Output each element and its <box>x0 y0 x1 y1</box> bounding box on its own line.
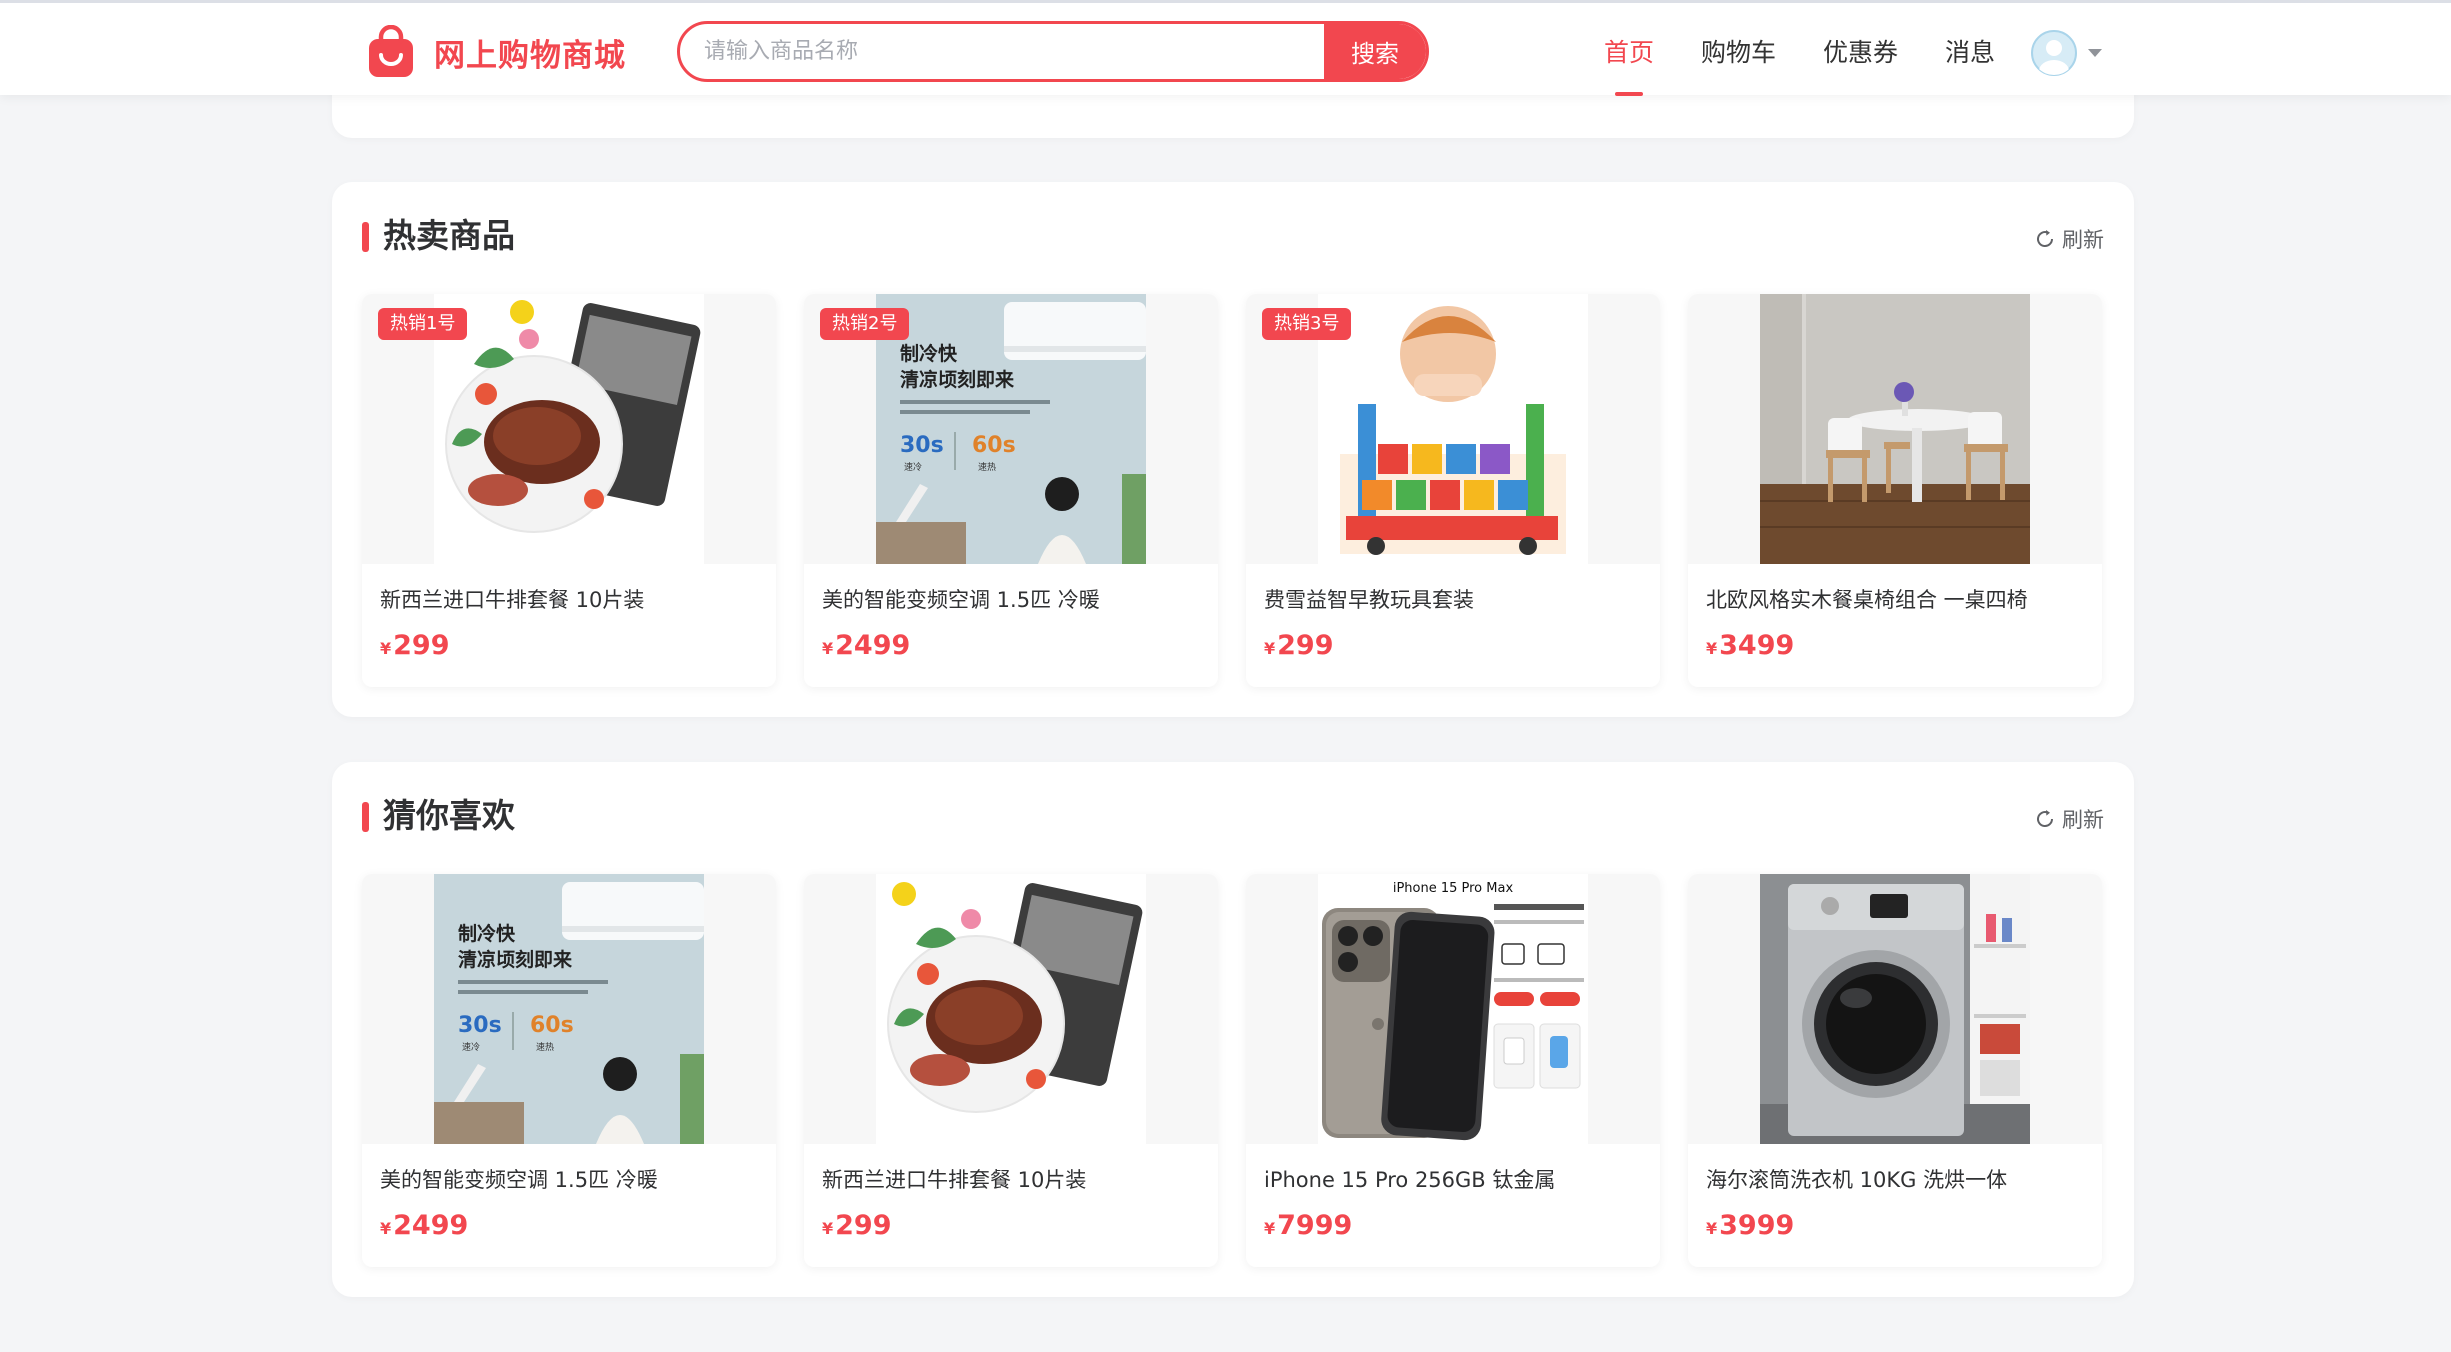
product-name: 海尔滚筒洗衣机 10KG 洗烘一体 <box>1706 1168 2008 1192</box>
nav-messages[interactable]: 消息 <box>1945 33 1995 93</box>
product-card[interactable]: 北欧风格实木餐桌椅组合 一桌四椅 ¥ 3499 <box>1688 294 2102 687</box>
product-card[interactable]: 热销3号 费雪益智早教玩具套装 ¥ 299 <box>1246 294 1660 687</box>
currency-symbol: ¥ <box>1264 1219 1276 1238</box>
nav-cart[interactable]: 购物车 <box>1701 33 1776 93</box>
product-image <box>1688 294 2102 564</box>
steak-image <box>434 294 704 564</box>
product-image <box>804 874 1218 1144</box>
aircon-headline-2: 清凉顷刻即来 <box>458 948 572 971</box>
shopping-bag-icon <box>369 25 413 77</box>
product-card[interactable]: 海尔滚筒洗衣机 10KG 洗烘一体 ¥ 3999 <box>1688 874 2102 1267</box>
aircon-hot: 60s <box>972 433 1016 458</box>
product-name: 美的智能变频空调 1.5匹 冷暖 <box>380 1168 658 1192</box>
product-name: 新西兰进口牛排套餐 10片装 <box>822 1168 1087 1192</box>
product-name: 美的智能变频空调 1.5匹 冷暖 <box>822 588 1100 612</box>
product-card[interactable]: 制冷快 清凉顷刻即来 30s 速冷 60s 速热 <box>362 874 776 1267</box>
refresh-label: 刷新 <box>2062 228 2104 252</box>
rank-badge: 热销2号 <box>820 308 910 340</box>
aircon-image: 制冷快 清凉顷刻即来 30s 速冷 60s 速热 <box>434 874 704 1144</box>
product-image: 制冷快 清凉顷刻即来 30s 速冷 60s 速热 <box>804 294 1218 564</box>
price-amount: 3999 <box>1719 1210 1795 1241</box>
product-card[interactable]: iPhone 15 Pro Max iPhone 15 Pro 256GB 钛金… <box>1246 874 1660 1267</box>
aircon-hot-label: 速热 <box>536 1041 554 1053</box>
product-price: ¥ 7999 <box>1264 1210 1352 1241</box>
recommend-section: 猜你喜欢 刷新 制冷快 清凉顷刻即来 30s 速冷 60s 速热 美的智能变频空… <box>332 762 2134 1297</box>
product-grid: 热销1号 新西兰进口牛排套餐 10片装 ¥ 299 制冷快 清凉顷刻即来 30s… <box>362 294 2102 687</box>
product-name: iPhone 15 Pro 256GB 钛金属 <box>1264 1168 1556 1192</box>
currency-symbol: ¥ <box>822 639 834 658</box>
product-price: ¥ 2499 <box>380 1210 468 1241</box>
currency-symbol: ¥ <box>1706 639 1718 658</box>
product-price: ¥ 2499 <box>822 630 910 661</box>
product-card[interactable]: 制冷快 清凉顷刻即来 30s 速冷 60s 速热 <box>804 294 1218 687</box>
top-header: 网上购物商城 搜索 首页 购物车 优惠券 消息 <box>0 0 2451 96</box>
product-grid: 制冷快 清凉顷刻即来 30s 速冷 60s 速热 美的智能变频空调 1.5匹 冷… <box>362 874 2102 1267</box>
product-name: 新西兰进口牛排套餐 10片装 <box>380 588 645 612</box>
product-name: 北欧风格实木餐桌椅组合 一桌四椅 <box>1706 588 2028 612</box>
rank-badge: 热销3号 <box>1262 308 1352 340</box>
avatar-icon <box>2031 30 2077 76</box>
main-nav: 首页 购物车 优惠券 消息 <box>1604 33 2042 96</box>
iphone-image: iPhone 15 Pro Max <box>1318 874 1588 1144</box>
section-title: 猜你喜欢 <box>362 796 515 836</box>
product-price: ¥ 299 <box>1264 630 1334 661</box>
product-image: 热销3号 <box>1246 294 1660 564</box>
steak-image <box>876 874 1146 1144</box>
dining-table-image <box>1760 294 2030 564</box>
currency-symbol: ¥ <box>380 639 392 658</box>
price-amount: 3499 <box>1719 630 1795 661</box>
price-amount: 2499 <box>835 630 911 661</box>
product-name: 费雪益智早教玩具套装 <box>1264 588 1474 612</box>
user-menu[interactable] <box>2030 29 2102 77</box>
product-price: ¥ 3999 <box>1706 1210 1794 1241</box>
aircon-fast-label: 速冷 <box>904 461 922 473</box>
currency-symbol: ¥ <box>822 1219 834 1238</box>
aircon-hot: 60s <box>530 1013 574 1038</box>
aircon-fast-label: 速冷 <box>462 1041 480 1053</box>
price-amount: 299 <box>1277 630 1334 661</box>
price-amount: 299 <box>835 1210 892 1241</box>
toys-image <box>1318 294 1588 564</box>
product-price: ¥ 3499 <box>1706 630 1794 661</box>
aircon-headline-1: 制冷快 <box>458 922 516 945</box>
price-amount: 7999 <box>1277 1210 1353 1241</box>
currency-symbol: ¥ <box>1264 639 1276 658</box>
aircon-fast: 30s <box>900 433 944 458</box>
search-bar: 搜索 <box>677 21 1429 82</box>
aircon-headline-1: 制冷快 <box>900 342 958 365</box>
hot-products-section: 热卖商品 刷新 热销1号 新西兰进口牛排套餐 10片装 ¥ 299 制冷快 清凉… <box>332 182 2134 717</box>
refresh-icon <box>2037 810 2054 828</box>
price-amount: 299 <box>393 630 450 661</box>
search-button[interactable]: 搜索 <box>1324 24 1426 79</box>
refresh-label: 刷新 <box>2062 808 2104 832</box>
refresh-button[interactable]: 刷新 <box>2034 224 2104 254</box>
nav-home[interactable]: 首页 <box>1604 33 1654 96</box>
aircon-fast: 30s <box>458 1013 502 1038</box>
search-input[interactable] <box>680 24 1324 79</box>
aircon-headline-2: 清凉顷刻即来 <box>900 368 1014 391</box>
nav-coupons[interactable]: 优惠券 <box>1823 33 1898 93</box>
product-price: ¥ 299 <box>822 1210 892 1241</box>
product-card[interactable]: 新西兰进口牛排套餐 10片装 ¥ 299 <box>804 874 1218 1267</box>
section-title: 热卖商品 <box>362 216 515 256</box>
currency-symbol: ¥ <box>1706 1219 1718 1238</box>
currency-symbol: ¥ <box>380 1219 392 1238</box>
washing-machine-image <box>1760 874 2030 1144</box>
chevron-down-icon <box>2088 49 2102 57</box>
price-amount: 2499 <box>393 1210 469 1241</box>
product-image: iPhone 15 Pro Max <box>1246 874 1660 1144</box>
product-image <box>1688 874 2102 1144</box>
aircon-image: 制冷快 清凉顷刻即来 30s 速冷 60s 速热 <box>876 294 1146 564</box>
refresh-button[interactable]: 刷新 <box>2034 804 2104 834</box>
aircon-hot-label: 速热 <box>978 461 996 473</box>
brand-name: 网上购物商城 <box>434 37 626 74</box>
product-card[interactable]: 热销1号 新西兰进口牛排套餐 10片装 ¥ 299 <box>362 294 776 687</box>
product-price: ¥ 299 <box>380 630 450 661</box>
refresh-icon <box>2037 230 2054 248</box>
product-image: 制冷快 清凉顷刻即来 30s 速冷 60s 速热 <box>362 874 776 1144</box>
rank-badge: 热销1号 <box>378 308 468 340</box>
iphone-title: iPhone 15 Pro Max <box>1393 881 1514 896</box>
product-image: 热销1号 <box>362 294 776 564</box>
brand-logo[interactable]: 网上购物商城 <box>366 25 626 79</box>
